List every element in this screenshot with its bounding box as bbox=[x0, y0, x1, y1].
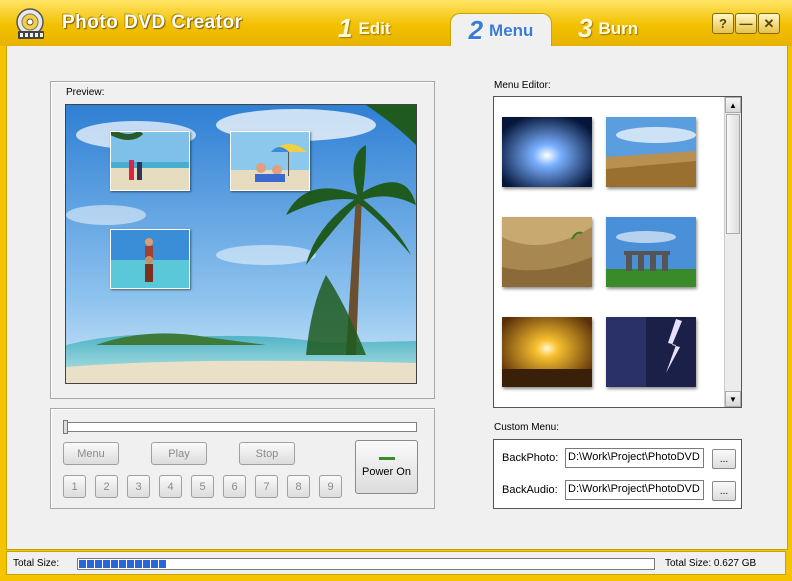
back-audio-field[interactable]: D:\Work\Project\PhotoDVD bbox=[565, 480, 704, 500]
chapter-button-7[interactable]: 7 bbox=[255, 475, 278, 498]
tab-burn-number: 3 bbox=[578, 13, 593, 43]
progress-segment bbox=[95, 560, 102, 568]
back-photo-label: BackPhoto: bbox=[502, 452, 559, 464]
preview-label: Preview: bbox=[66, 87, 105, 98]
progress-segment bbox=[87, 560, 94, 568]
slider-thumb[interactable] bbox=[63, 420, 68, 434]
photo-thumbnail-2[interactable] bbox=[230, 131, 310, 191]
power-on-button[interactable]: Power On bbox=[355, 440, 418, 494]
menu-background-5[interactable] bbox=[502, 317, 592, 387]
power-on-label: Power On bbox=[362, 465, 411, 478]
menu-background-2[interactable] bbox=[606, 117, 696, 187]
playback-slider[interactable] bbox=[63, 420, 417, 434]
back-audio-label: BackAudio: bbox=[502, 484, 558, 496]
menu-button[interactable]: Menu bbox=[63, 442, 119, 465]
progress-segment bbox=[103, 560, 110, 568]
total-size-label: Total Size: bbox=[13, 558, 60, 569]
tab-burn-label: Burn bbox=[598, 18, 639, 38]
scroll-down-icon[interactable]: ▼ bbox=[725, 391, 741, 407]
back-photo-field[interactable]: D:\Work\Project\PhotoDVD bbox=[565, 448, 704, 468]
photo-thumbnail-1[interactable] bbox=[109, 129, 190, 191]
menu-editor-scrollbar[interactable]: ▲ ▼ bbox=[724, 97, 741, 407]
menu-background-6[interactable] bbox=[606, 317, 696, 387]
total-size-progress-bar bbox=[77, 558, 655, 570]
chapter-button-4[interactable]: 4 bbox=[159, 475, 182, 498]
app-title: Photo DVD Creator bbox=[62, 12, 243, 33]
photo-thumbnail-3[interactable] bbox=[110, 229, 190, 289]
close-button[interactable]: ✕ bbox=[758, 13, 780, 34]
menu-background-3[interactable] bbox=[502, 217, 592, 287]
progress-segment bbox=[135, 560, 142, 568]
progress-segment bbox=[79, 560, 86, 568]
progress-segment bbox=[127, 560, 134, 568]
stop-button[interactable]: Stop bbox=[239, 442, 295, 465]
title-bar: Photo DVD Creator 1 Edit 2 Menu 3 Burn ?… bbox=[0, 0, 792, 47]
chapter-button-3[interactable]: 3 bbox=[127, 475, 150, 498]
menu-editor-label: Menu Editor: bbox=[494, 80, 551, 91]
chapter-button-8[interactable]: 8 bbox=[287, 475, 310, 498]
chapter-button-6[interactable]: 6 bbox=[223, 475, 246, 498]
tab-menu[interactable]: 2 Menu bbox=[450, 13, 552, 47]
progress-segment bbox=[119, 560, 126, 568]
back-photo-browse-button[interactable]: ... bbox=[712, 449, 736, 469]
tab-burn[interactable]: 3 Burn bbox=[578, 11, 638, 46]
menu-background-4[interactable] bbox=[606, 217, 696, 287]
dvd-logo-icon bbox=[14, 7, 48, 41]
custom-menu-label: Custom Menu: bbox=[494, 422, 560, 433]
total-size-value: Total Size: 0.627 GB bbox=[665, 558, 757, 569]
menu-background-list[interactable]: ▲ ▼ bbox=[493, 96, 742, 408]
power-led-indicator bbox=[378, 456, 395, 460]
progress-segment bbox=[159, 560, 166, 568]
tab-menu-number: 2 bbox=[468, 15, 484, 45]
preview-screen bbox=[65, 104, 417, 384]
scrollbar-thumb[interactable] bbox=[726, 114, 740, 234]
progress-segment bbox=[143, 560, 150, 568]
tab-menu-label: Menu bbox=[489, 20, 534, 40]
tab-edit-label: Edit bbox=[358, 18, 391, 38]
minimize-button[interactable]: — bbox=[735, 13, 757, 34]
progress-segment bbox=[151, 560, 158, 568]
scroll-up-icon[interactable]: ▲ bbox=[725, 97, 741, 113]
status-bar: Total Size: Total Size: 0.627 GB bbox=[6, 551, 786, 575]
help-button[interactable]: ? bbox=[712, 13, 734, 34]
back-audio-browse-button[interactable]: ... bbox=[712, 481, 736, 501]
menu-background-1[interactable] bbox=[502, 117, 592, 187]
chapter-button-5[interactable]: 5 bbox=[191, 475, 214, 498]
chapter-button-1[interactable]: 1 bbox=[63, 475, 86, 498]
main-panel: Preview: Menu Play Stop 1 2 3 4 5 6 7 8 … bbox=[6, 46, 788, 550]
chapter-button-2[interactable]: 2 bbox=[95, 475, 118, 498]
tab-edit[interactable]: 1 Edit bbox=[338, 11, 391, 46]
tab-edit-number: 1 bbox=[338, 13, 353, 43]
play-button[interactable]: Play bbox=[151, 442, 207, 465]
chapter-button-9[interactable]: 9 bbox=[319, 475, 342, 498]
progress-segment bbox=[111, 560, 118, 568]
